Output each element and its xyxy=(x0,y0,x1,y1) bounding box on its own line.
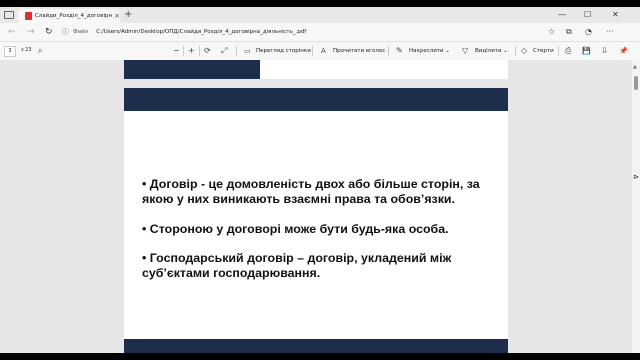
slide-bullet-1: • Договір - це домовленість двох або біл… xyxy=(142,177,480,206)
erase-button[interactable]: Стерти xyxy=(533,47,554,55)
address-row: ← → ↻ ⓘ Файл C:/Users/Admin/Desktop/ОПД/… xyxy=(0,23,640,41)
save-icon[interactable]: 💾 xyxy=(582,46,591,56)
print-icon[interactable]: ⎙ xyxy=(565,46,571,56)
zoom-in-button[interactable]: + xyxy=(188,46,195,56)
divider xyxy=(183,46,184,56)
eraser-icon[interactable]: ◇ xyxy=(521,46,527,56)
previous-page xyxy=(124,60,508,79)
divider xyxy=(236,46,237,56)
slide-bullet-3: • Господарський договір – договір, уклад… xyxy=(142,251,452,280)
browser-window: Слайди_Розділ_4_договірна_ді... × + — ☐ … xyxy=(0,7,640,353)
divider xyxy=(558,46,559,56)
slide-band xyxy=(124,60,260,79)
tab-title: Слайди_Розділ_4_договірна_ді... xyxy=(34,13,113,19)
page-view-button[interactable]: Перегляд сторінки xyxy=(256,47,311,55)
vertical-scrollbar[interactable]: ▲ xyxy=(632,60,640,353)
page-view-icon[interactable]: ▭ xyxy=(244,46,251,56)
pdf-toolbar: 3 з 23 ⌕ − + ⟳ ⤢ ▭ Перегляд сторінки A П… xyxy=(0,41,640,61)
scroll-up-icon[interactable]: ▲ xyxy=(633,64,637,70)
close-window-button[interactable]: ✕ xyxy=(612,10,619,20)
pdf-viewer[interactable]: • Договір - це домовленість двох або біл… xyxy=(0,60,640,353)
draw-icon[interactable]: ✎ xyxy=(396,46,403,56)
maximize-button[interactable]: ☐ xyxy=(584,10,591,20)
read-aloud-button[interactable]: Прочитати вголос xyxy=(333,47,385,55)
highlight-icon[interactable]: ▽ xyxy=(462,46,468,56)
pin-toolbar-icon[interactable]: 📌 xyxy=(619,46,628,56)
draw-dropdown-chevron-icon[interactable]: ⌄ xyxy=(445,46,450,56)
back-button[interactable]: ← xyxy=(8,27,16,37)
pdf-file-icon xyxy=(25,12,32,20)
search-icon[interactable]: ⌕ xyxy=(38,46,42,56)
more-menu-icon[interactable]: ··· xyxy=(606,27,614,37)
rotate-icon[interactable]: ⟳ xyxy=(204,46,211,56)
divider xyxy=(312,46,313,56)
address-bar[interactable]: ⓘ Файл C:/Users/Admin/Desktop/ОПД/Слайди… xyxy=(62,25,527,39)
slide-top-band xyxy=(124,88,508,111)
divider xyxy=(199,46,200,56)
new-tab-button[interactable]: + xyxy=(124,9,132,21)
slide-bottom-band xyxy=(124,339,508,353)
highlight-dropdown-chevron-icon[interactable]: ⌄ xyxy=(503,46,508,56)
page-number-input[interactable]: 3 xyxy=(4,46,16,57)
page-total-label: з 23 xyxy=(21,47,32,53)
divider xyxy=(515,46,516,56)
divider xyxy=(388,46,389,56)
browser-tab[interactable]: Слайди_Розділ_4_договірна_ді... × xyxy=(18,9,120,23)
draw-button[interactable]: Накреслити xyxy=(409,47,444,55)
collections-icon[interactable]: ⧉ xyxy=(566,27,572,37)
favorite-icon[interactable]: ☆ xyxy=(548,27,555,37)
minimize-button[interactable]: — xyxy=(558,10,566,20)
fit-page-icon[interactable]: ⤢ xyxy=(221,46,227,56)
info-icon[interactable]: ⓘ xyxy=(62,27,69,37)
read-aloud-icon[interactable]: A xyxy=(321,46,326,56)
address-url[interactable]: C:/Users/Admin/Desktop/ОПД/Слайди_Розділ… xyxy=(96,29,306,35)
tab-actions-icon[interactable] xyxy=(4,11,14,19)
zoom-out-button[interactable]: − xyxy=(173,46,180,56)
address-scheme-label: Файл xyxy=(73,29,89,35)
title-bar: Слайди_Розділ_4_договірна_ді... × + — ☐ … xyxy=(0,7,640,23)
slide-bullet-2: • Стороною у договорі може бути будь-яка… xyxy=(142,222,449,236)
scrollbar-thumb[interactable] xyxy=(634,76,638,90)
pdf-page: • Договір - це домовленість двох або біл… xyxy=(124,88,508,353)
forward-button[interactable]: → xyxy=(27,27,35,37)
tab-close-icon[interactable]: × xyxy=(114,12,120,20)
save-as-icon[interactable]: ⇩ xyxy=(601,46,608,56)
mouse-cursor-icon: ⊳ xyxy=(633,173,639,181)
refresh-button[interactable]: ↻ xyxy=(45,27,53,37)
highlight-button[interactable]: Виділити xyxy=(475,47,502,55)
profile-icon[interactable]: ◔ xyxy=(585,27,592,37)
